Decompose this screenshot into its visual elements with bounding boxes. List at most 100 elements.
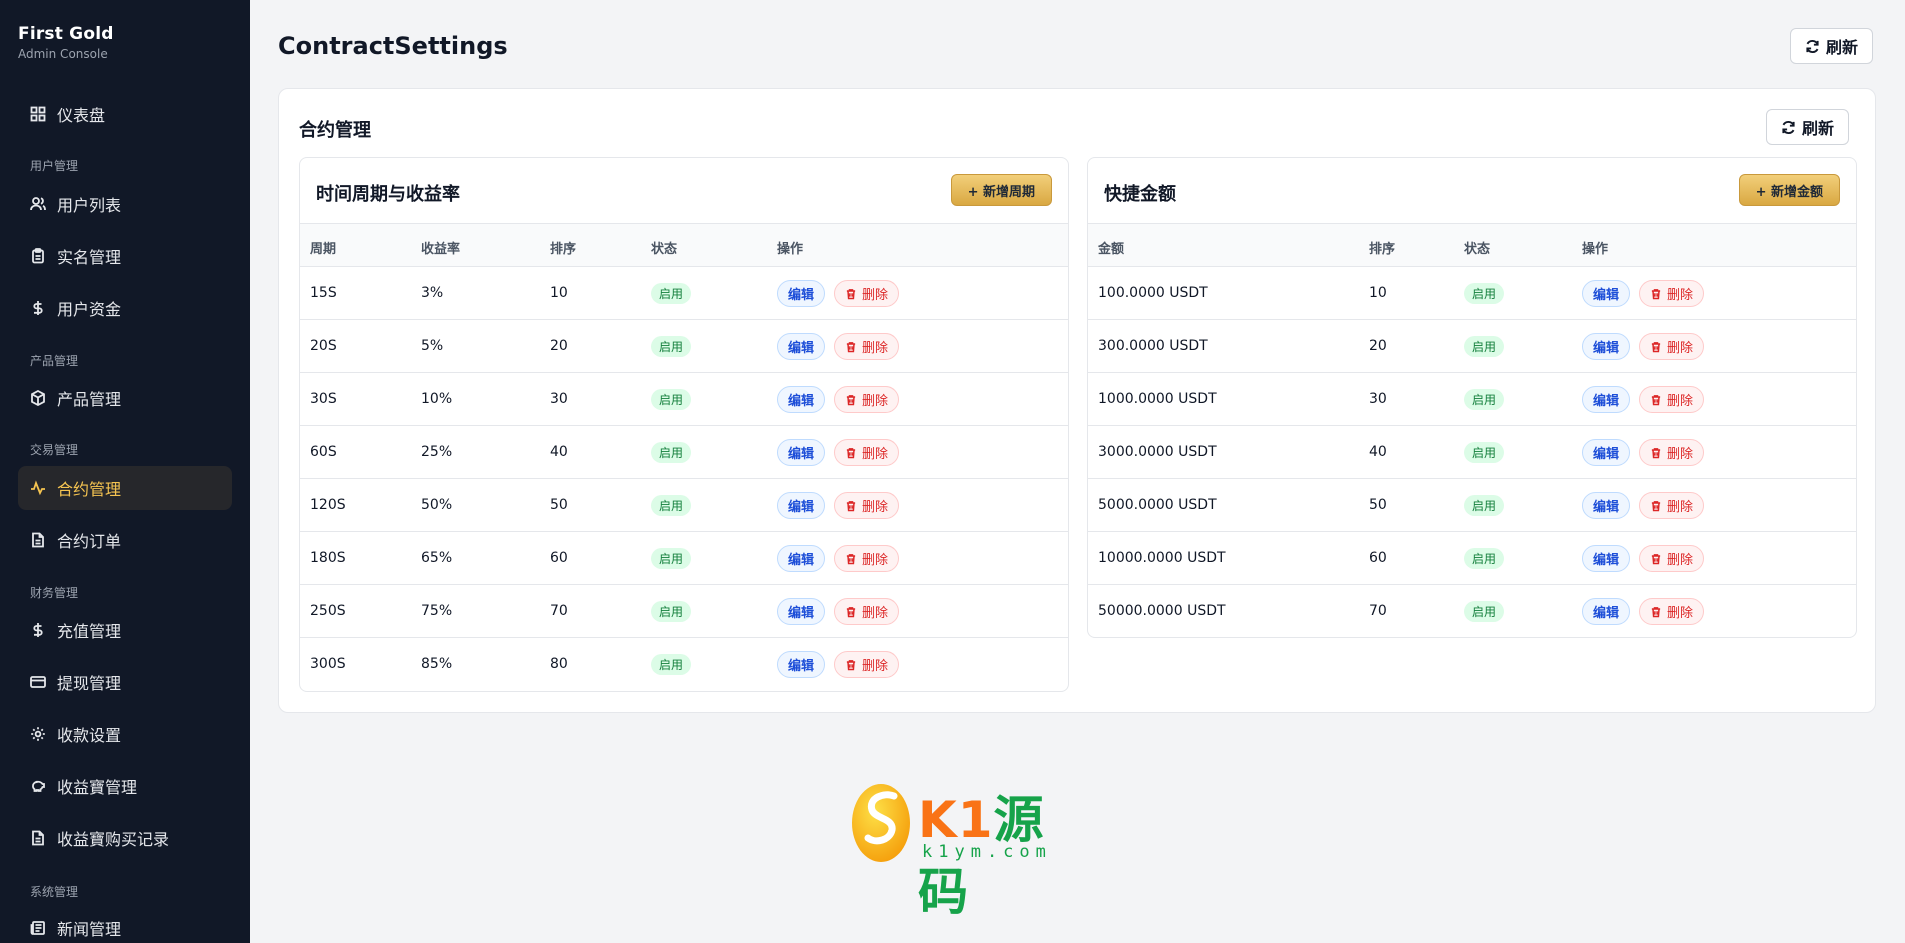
periods-title: 时间周期与收益率 [316,184,460,205]
column-header: 周期 [310,242,337,257]
nav-section-system: 系统管理 [30,885,79,899]
trash-icon [846,606,856,617]
sidebar-item-label: 仪表盘 [57,106,106,125]
table-row: 15S 3% 10 启用 编辑 删除 [300,267,1068,320]
delete-button[interactable]: 删除 [1639,333,1705,360]
delete-button[interactable]: 删除 [834,545,900,572]
period-cell: 180S [310,550,346,566]
sidebar-item-users[interactable]: 用户列表 [18,182,232,226]
edit-label: 编辑 [1593,288,1620,303]
delete-label: 删除 [1667,394,1694,409]
status-badge: 启用 [651,442,692,463]
sidebar: First Gold Admin Console 仪表盘 用户管理 用户列表 实… [0,0,250,943]
delete-button[interactable]: 删除 [834,386,900,413]
sidebar-item-contract-orders[interactable]: 合约订单 [18,518,232,562]
status-badge: 启用 [1464,548,1505,569]
period-cell: 250S [310,603,346,619]
trash-icon [1651,553,1661,564]
sidebar-item-label: 提现管理 [57,674,122,693]
sidebar-item-payment[interactable]: 收款设置 [18,712,232,756]
delete-button[interactable]: 删除 [834,492,900,519]
delete-button[interactable]: 删除 [1639,280,1705,307]
edit-label: 编辑 [788,553,815,568]
status-badge: 启用 [651,389,692,410]
refresh-icon [1782,120,1795,134]
period-cell: 20S [310,338,337,354]
delete-label: 删除 [1667,553,1694,568]
clipboard-icon [30,248,46,264]
sort-cell: 50 [1369,497,1387,513]
edit-button[interactable]: 编辑 [777,386,826,413]
file-icon [30,532,46,548]
edit-button[interactable]: 编辑 [777,545,826,572]
trash-icon [1651,447,1661,458]
sidebar-item-news[interactable]: 新闻管理 [18,906,232,943]
delete-label: 删除 [1667,500,1694,515]
delete-button[interactable]: 删除 [834,598,900,625]
column-header: 收益率 [421,242,461,257]
trash-icon [846,659,856,670]
edit-button[interactable]: 编辑 [1582,598,1631,625]
sidebar-item-recharge[interactable]: 充值管理 [18,608,232,652]
sidebar-item-withdraw[interactable]: 提现管理 [18,660,232,704]
sidebar-item-label: 产品管理 [57,390,122,409]
piggy-bank-icon [30,778,46,794]
dollar-icon [30,300,46,316]
trash-icon [846,553,856,564]
page-refresh-button[interactable]: 刷新 [1790,28,1874,64]
sidebar-item-dashboard[interactable]: 仪表盘 [18,92,232,136]
sidebar-item-funds[interactable]: 用户资金 [18,286,232,330]
watermark: K1源码 k1ym.com [850,780,1060,921]
sidebar-item-products[interactable]: 产品管理 [18,376,232,420]
delete-button[interactable]: 删除 [834,651,900,678]
column-header: 状态 [651,242,678,257]
period-cell: 120S [310,497,346,513]
edit-button[interactable]: 编辑 [777,492,826,519]
trash-icon [1651,288,1661,299]
edit-label: 编辑 [788,394,815,409]
edit-button[interactable]: 编辑 [1582,545,1631,572]
edit-button[interactable]: 编辑 [1582,280,1631,307]
delete-label: 删除 [862,659,889,674]
edit-label: 编辑 [788,341,815,356]
column-header: 操作 [1582,242,1609,257]
edit-button[interactable]: 编辑 [777,333,826,360]
edit-button[interactable]: 编辑 [1582,439,1631,466]
edit-label: 编辑 [1593,606,1620,621]
column-header: 排序 [1369,242,1396,257]
period-cell: 300S [310,656,346,672]
sidebar-item-yield-records[interactable]: 收益寶购买记录 [18,816,232,860]
sidebar-item-realname[interactable]: 实名管理 [18,234,232,278]
nav-section-finance: 财务管理 [30,586,79,600]
delete-button[interactable]: 删除 [834,439,900,466]
delete-button[interactable]: 删除 [1639,439,1705,466]
trash-icon [846,500,856,511]
edit-label: 编辑 [788,606,815,621]
delete-button[interactable]: 删除 [1639,598,1705,625]
file-icon [30,830,46,846]
edit-button[interactable]: 编辑 [1582,333,1631,360]
edit-button[interactable]: 编辑 [777,439,826,466]
trash-icon [1651,394,1661,405]
card-refresh-button[interactable]: 刷新 [1766,109,1850,145]
delete-button[interactable]: 删除 [834,333,900,360]
sidebar-item-contracts[interactable]: 合约管理 [18,466,232,510]
add-amount-button[interactable]: + 新增金额 [1738,174,1840,206]
delete-button[interactable]: 删除 [1639,386,1705,413]
sort-cell: 60 [1369,550,1387,566]
delete-button[interactable]: 删除 [1639,545,1705,572]
edit-button[interactable]: 编辑 [1582,386,1631,413]
add-period-button[interactable]: + 新增周期 [950,174,1052,206]
edit-label: 编辑 [788,288,815,303]
sidebar-item-label: 收益寶购买记录 [57,830,170,849]
edit-button[interactable]: 编辑 [777,280,826,307]
edit-button[interactable]: 编辑 [777,598,826,625]
table-row: 50000.0000 USDT 70 启用 编辑 删除 [1088,585,1856,637]
sidebar-item-yield[interactable]: 收益寶管理 [18,764,232,808]
trash-icon [846,394,856,405]
delete-button[interactable]: 删除 [1639,492,1705,519]
delete-label: 删除 [862,394,889,409]
delete-button[interactable]: 删除 [834,280,900,307]
edit-button[interactable]: 编辑 [777,651,826,678]
edit-button[interactable]: 编辑 [1582,492,1631,519]
